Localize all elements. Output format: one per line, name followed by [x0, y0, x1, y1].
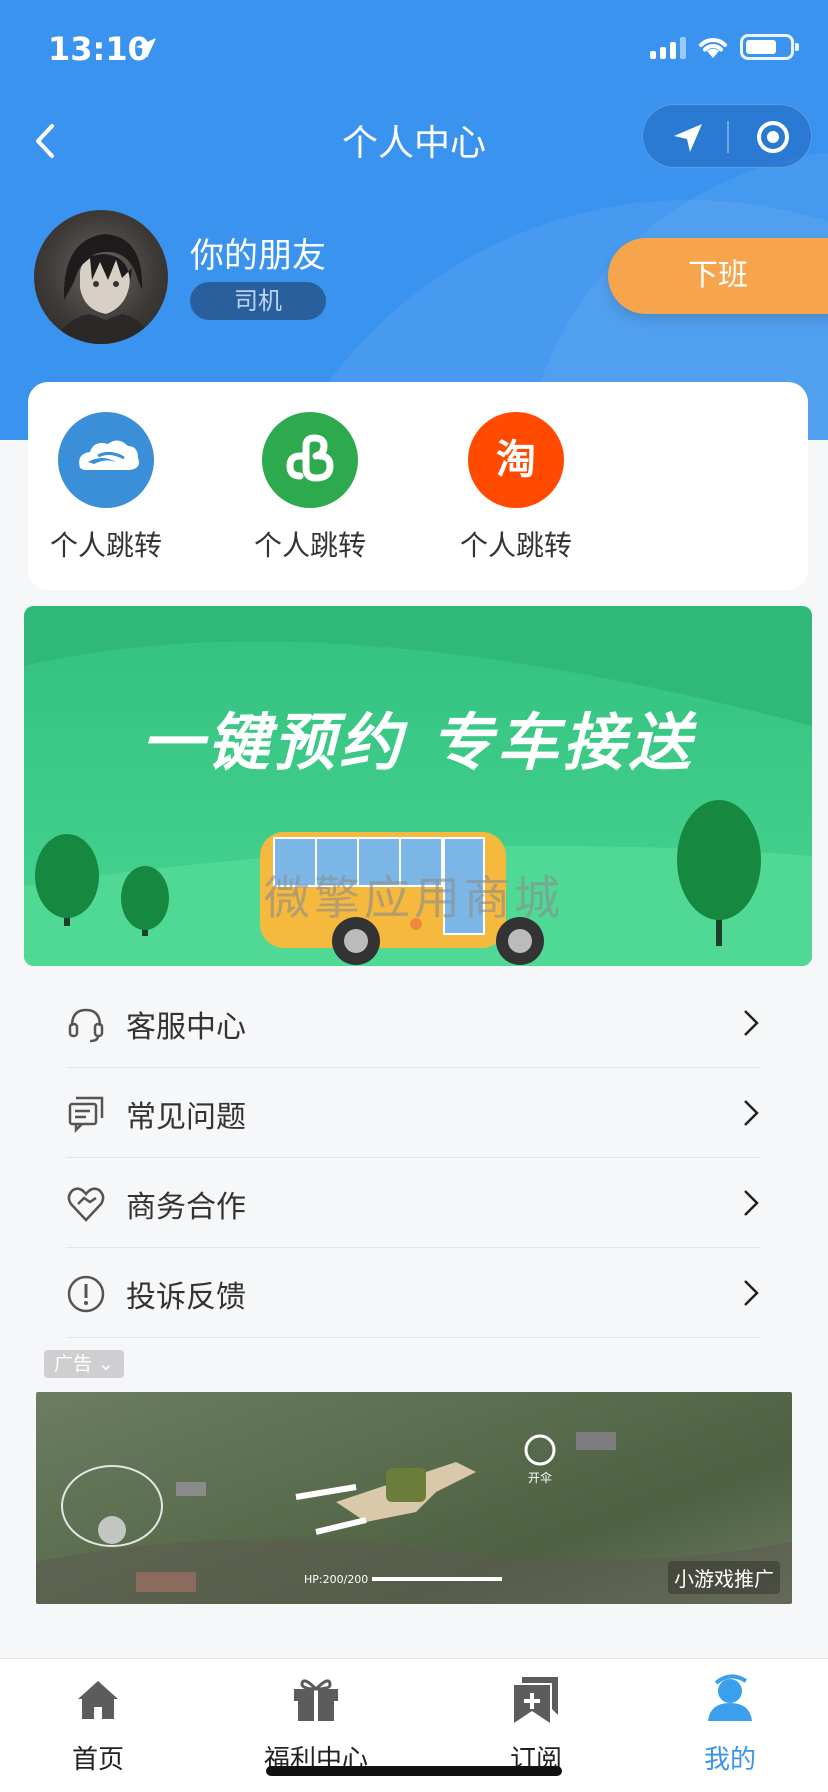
exclamation-icon: [67, 1275, 105, 1313]
quick-link-label: 个人跳转: [253, 529, 366, 562]
ad-tag[interactable]: 广告 ⌄: [44, 1350, 124, 1378]
game-ad[interactable]: 开伞 HP:200/200 小游戏推广: [36, 1392, 792, 1604]
quick-link-label: 个人跳转: [49, 529, 162, 562]
handshake-heart-icon: [67, 1187, 105, 1222]
chevron-right-icon: [744, 1010, 759, 1036]
ad-tag-label: 广告: [54, 1353, 93, 1375]
tab-subscribe[interactable]: 订阅: [446, 1671, 626, 1776]
gift-icon: [294, 1679, 338, 1721]
menu-item-label: 商务合作: [126, 1190, 246, 1225]
watermark-text: 微擎应用商城: [264, 871, 564, 925]
menu-item-faq[interactable]: 常见问题: [66, 1068, 760, 1158]
status-bar: 13:10: [0, 0, 828, 100]
avatar-portrait: [54, 234, 152, 344]
tab-label: 我的: [703, 1745, 756, 1775]
home-indicator: [266, 1766, 562, 1776]
profile-header: 13:10 个人中心 你的朋友 司机 下班: [0, 0, 828, 440]
cloud-icon: [58, 412, 154, 508]
bookmark-plus-icon: [514, 1677, 558, 1723]
taobao-icon: 淘: [468, 412, 564, 508]
hp-label: HP:200/200: [304, 1573, 368, 1586]
headset-icon: [68, 1008, 104, 1043]
quick-link-label: 个人跳转: [459, 529, 572, 562]
menu-item-label: 客服中心: [126, 1010, 246, 1045]
quick-link-item[interactable]: 个人跳转: [26, 412, 186, 564]
parachute-label: 开伞: [528, 1470, 552, 1485]
tab-label: 首页: [71, 1745, 124, 1775]
tab-home[interactable]: 首页: [8, 1671, 188, 1776]
menu-item-label: 投诉反馈: [126, 1280, 246, 1315]
quick-link-item[interactable]: 淘 个人跳转: [436, 412, 596, 564]
record-target-icon[interactable]: [755, 119, 791, 155]
mini-program-icon: [262, 412, 358, 508]
location-arrow-icon: [136, 38, 156, 58]
chevron-right-icon: [744, 1280, 759, 1306]
avatar[interactable]: [34, 210, 168, 344]
user-name: 你的朋友: [190, 236, 326, 276]
menu-item-label: 常见问题: [126, 1100, 246, 1135]
battery-icon: [740, 34, 799, 60]
menu-item-business[interactable]: 商务合作: [66, 1158, 760, 1248]
quick-link-item[interactable]: 个人跳转: [230, 412, 390, 564]
menu-item-feedback[interactable]: 投诉反馈: [66, 1248, 760, 1338]
off-work-button[interactable]: 下班: [608, 238, 828, 314]
miniprogram-capsule: [642, 104, 812, 168]
quick-links-card: 个人跳转 个人跳转 淘 个人跳转: [28, 382, 808, 590]
status-indicators: [650, 34, 799, 60]
chevron-right-icon: [744, 1100, 759, 1126]
settings-menu: 客服中心 常见问题 商务合作 投诉反馈: [66, 978, 760, 1338]
menu-item-customer-service[interactable]: 客服中心: [66, 978, 760, 1068]
signal-icon: [650, 35, 686, 59]
navigation-icon[interactable]: [671, 121, 705, 155]
home-icon: [78, 1681, 118, 1719]
banner-slogan: 一键预约 专车接送: [141, 706, 695, 779]
tab-welfare[interactable]: 福利中心: [226, 1671, 406, 1776]
ad-caption: 小游戏推广: [668, 1561, 780, 1594]
tab-mine[interactable]: 我的: [640, 1671, 820, 1776]
user-icon: [708, 1674, 752, 1721]
capsule-divider: [727, 121, 729, 153]
chat-icon: [68, 1096, 104, 1134]
role-badge: 司机: [190, 282, 326, 320]
wifi-icon: [699, 38, 727, 58]
chevron-right-icon: [744, 1190, 759, 1216]
